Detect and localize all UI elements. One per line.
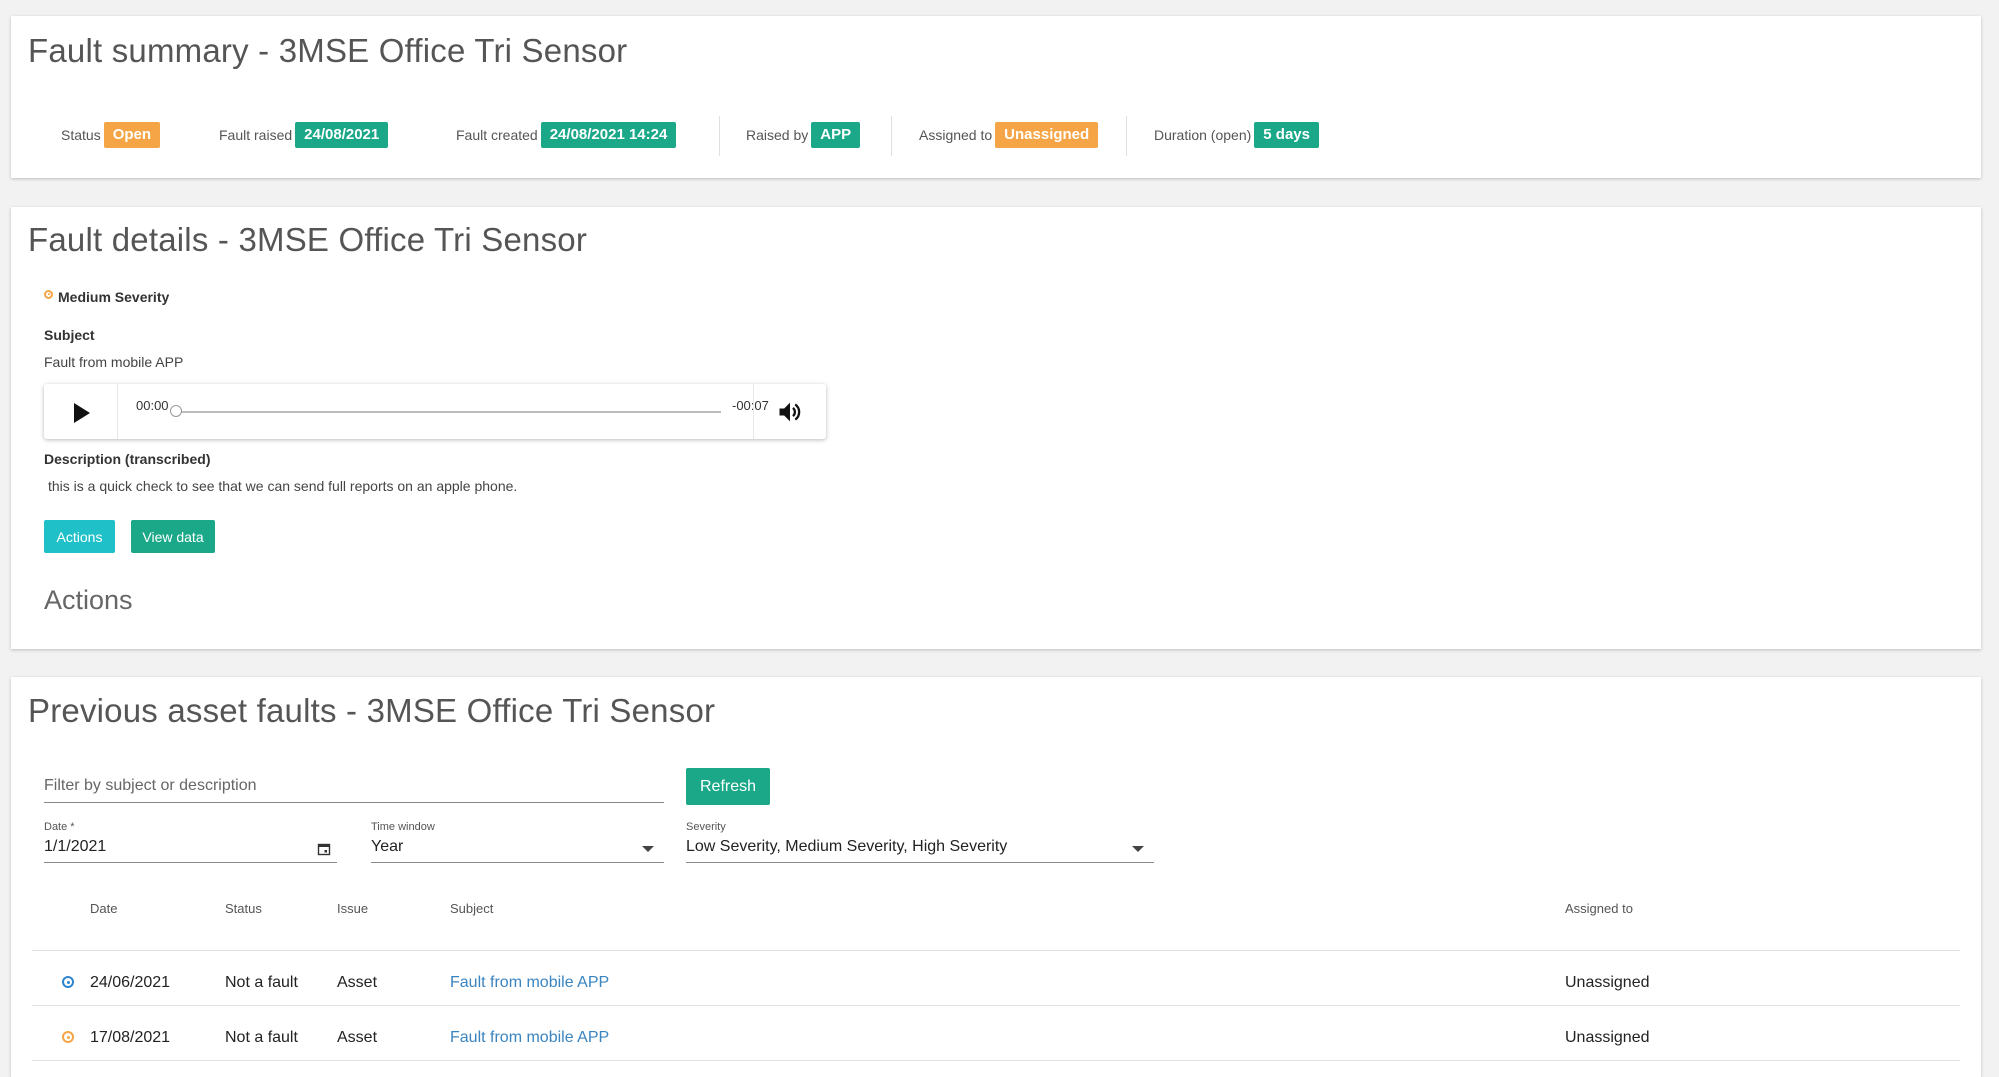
divider	[891, 116, 892, 156]
audio-current-time: 00:00	[136, 398, 169, 413]
date-value: 1/1/2021	[44, 838, 107, 855]
raised-by-badge: APP	[811, 122, 861, 148]
refresh-button[interactable]: Refresh	[686, 768, 770, 805]
row-assigned-to: Unassigned	[1565, 974, 1650, 991]
raised-by-label: Raised by	[746, 127, 809, 143]
column-header-issue[interactable]: Issue	[337, 901, 368, 916]
fault-summary-card: Fault summary - 3MSE Office Tri Sensor S…	[11, 16, 1981, 178]
volume-button[interactable]	[753, 384, 827, 439]
severity-dot-icon	[44, 289, 53, 299]
summary-strip: Status Open Fault raised 24/08/2021 Faul…	[11, 120, 1981, 150]
description-value: this is a quick check to see that we can…	[48, 478, 518, 494]
fault-raised-item: Fault raised 24/08/2021	[219, 120, 389, 150]
actions-heading: Actions	[44, 585, 133, 615]
severity-indicator: Medium Severity	[44, 289, 169, 305]
actions-button[interactable]: Actions	[44, 520, 115, 553]
row-subject-link[interactable]: Fault from mobile APP	[450, 1029, 609, 1047]
table-divider	[32, 1060, 1960, 1061]
column-header-subject[interactable]: Subject	[450, 901, 493, 916]
assigned-to-item: Assigned to Unassigned	[919, 120, 1099, 150]
column-header-assigned-to[interactable]: Assigned to	[1565, 901, 1633, 916]
fault-details-card: Fault details - 3MSE Office Tri Sensor M…	[11, 207, 1981, 649]
duration-badge: 5 days	[1254, 122, 1319, 148]
duration-label: Duration (open)	[1154, 127, 1252, 143]
previous-faults-card: Previous asset faults - 3MSE Office Tri …	[11, 677, 1981, 1077]
description-label: Description (transcribed)	[44, 451, 211, 467]
date-field[interactable]: 1/1/2021	[44, 832, 337, 863]
status-item: Status Open	[61, 120, 161, 150]
fault-created-item: Fault created 24/08/2021 14:24	[456, 120, 677, 150]
row-issue: Asset	[337, 974, 378, 991]
severity-select[interactable]: Low Severity, Medium Severity, High Seve…	[686, 832, 1154, 863]
row-assigned-to: Unassigned	[1565, 1029, 1650, 1046]
divider	[719, 116, 720, 156]
duration-item: Duration (open) 5 days	[1154, 120, 1319, 150]
chevron-down-icon	[642, 846, 654, 852]
raised-by-item: Raised by APP	[746, 120, 861, 150]
calendar-icon[interactable]	[317, 842, 331, 856]
fault-raised-label: Fault raised	[219, 127, 293, 143]
filter-input[interactable]	[44, 770, 664, 803]
divider	[1126, 116, 1127, 156]
column-header-status[interactable]: Status	[225, 901, 262, 916]
severity-label: Medium Severity	[58, 289, 170, 305]
fault-created-label: Fault created	[456, 127, 538, 143]
time-window-value: Year	[371, 838, 404, 855]
row-subject-link[interactable]: Fault from mobile APP	[450, 974, 609, 992]
fault-summary-title: Fault summary - 3MSE Office Tri Sensor	[28, 32, 628, 69]
subject-label: Subject	[44, 327, 95, 343]
play-button[interactable]	[44, 384, 118, 439]
table-divider	[32, 1005, 1960, 1006]
assigned-to-badge: Unassigned	[995, 122, 1099, 148]
status-badge: Open	[103, 122, 161, 148]
volume-icon	[779, 402, 801, 422]
row-status: Not a fault	[225, 974, 298, 991]
previous-faults-title: Previous asset faults - 3MSE Office Tri …	[28, 692, 716, 729]
fault-details-title: Fault details - 3MSE Office Tri Sensor	[28, 221, 588, 258]
audio-seek-thumb[interactable]	[170, 405, 182, 417]
status-label: Status	[61, 127, 101, 143]
row-date: 24/06/2021	[90, 974, 171, 991]
audio-player: 00:00 -00:07	[44, 384, 826, 439]
assigned-to-label: Assigned to	[919, 127, 993, 143]
chevron-down-icon	[1132, 846, 1144, 852]
view-data-button[interactable]: View data	[131, 520, 215, 553]
row-status: Not a fault	[225, 1029, 298, 1046]
severity-dot-icon	[62, 1031, 74, 1043]
row-issue: Asset	[337, 1029, 378, 1046]
severity-filter-value: Low Severity, Medium Severity, High Seve…	[686, 838, 1008, 855]
severity-dot-icon	[62, 976, 74, 988]
fault-created-badge: 24/08/2021 14:24	[540, 122, 677, 148]
fault-raised-badge: 24/08/2021	[295, 122, 389, 148]
audio-seek-track[interactable]	[176, 411, 721, 413]
column-header-date[interactable]: Date	[90, 901, 117, 916]
row-date: 17/08/2021	[90, 1029, 171, 1046]
subject-value: Fault from mobile APP	[44, 354, 184, 370]
table-divider	[32, 950, 1960, 951]
time-window-select[interactable]: Year	[371, 832, 664, 863]
